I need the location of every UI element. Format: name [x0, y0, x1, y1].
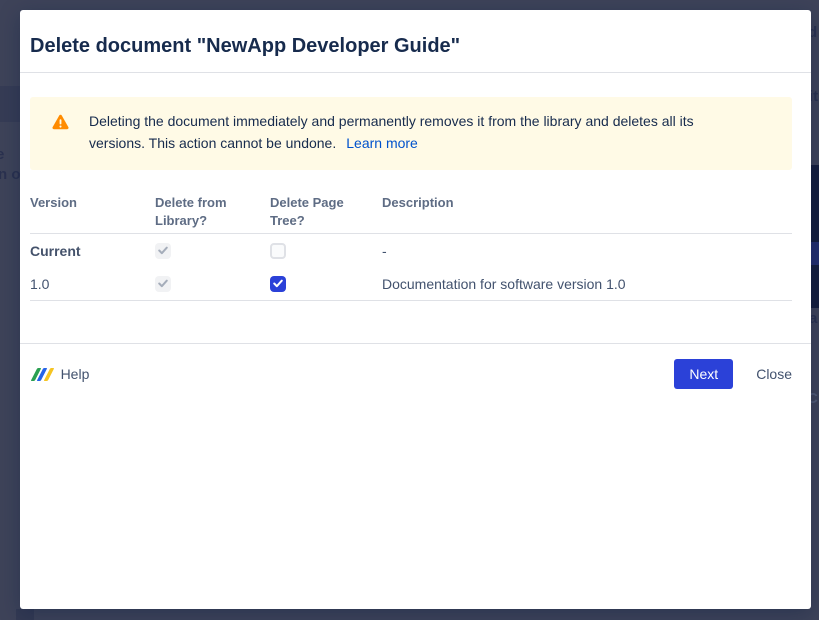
delete-from-library-checkbox — [155, 243, 171, 259]
version-description: Documentation for software version 1.0 — [382, 276, 792, 292]
dialog-title: Delete document "NewApp Developer Guide" — [20, 10, 811, 58]
backdrop-fragment-text: n o — [0, 166, 21, 183]
warning-banner: Deleting the document immediately and pe… — [30, 97, 792, 170]
backdrop-fragment-dark-panel — [811, 165, 819, 308]
delete-page-tree-checkbox[interactable] — [270, 276, 286, 292]
warning-icon — [52, 114, 69, 130]
warning-message: Deleting the document immediately and pe… — [89, 110, 751, 154]
versions-table: Version Delete from Library? Delete Page… — [30, 194, 792, 301]
delete-page-tree-checkbox[interactable] — [270, 243, 286, 259]
backdrop-fragment-block — [16, 609, 34, 620]
column-header-delete-from-library: Delete from Library? — [155, 194, 270, 230]
versions-table-header: Version Delete from Library? Delete Page… — [30, 194, 792, 234]
version-label: Current — [30, 243, 155, 259]
help-label: Help — [61, 366, 90, 382]
column-header-version: Version — [30, 194, 155, 230]
learn-more-link[interactable]: Learn more — [346, 135, 418, 151]
column-header-delete-page-tree: Delete Page Tree? — [270, 194, 382, 230]
close-button[interactable]: Close — [756, 366, 792, 382]
dialog-footer: Help Next Close — [20, 343, 811, 389]
table-row-1.0: 1.0 Documentation for software version 1… — [30, 267, 792, 300]
table-row-current: Current - — [30, 234, 792, 267]
delete-from-library-checkbox — [155, 276, 171, 292]
dialog-header: Delete document "NewApp Developer Guide" — [20, 10, 811, 73]
backdrop-fragment-text: e — [0, 146, 4, 163]
versions-table-body: Current - 1.0 — [30, 234, 792, 301]
version-description: - — [382, 243, 792, 259]
delete-document-dialog: Delete document "NewApp Developer Guide"… — [20, 10, 811, 609]
footer-actions: Next Close — [674, 359, 792, 389]
backdrop-fragment-blue-patch — [811, 242, 819, 265]
next-button[interactable]: Next — [674, 359, 733, 389]
backdrop-fragment-block — [0, 86, 20, 122]
version-label: 1.0 — [30, 276, 155, 292]
scroll-logo-icon — [33, 368, 52, 381]
help-link[interactable]: Help — [33, 366, 89, 382]
column-header-description: Description — [382, 194, 792, 230]
